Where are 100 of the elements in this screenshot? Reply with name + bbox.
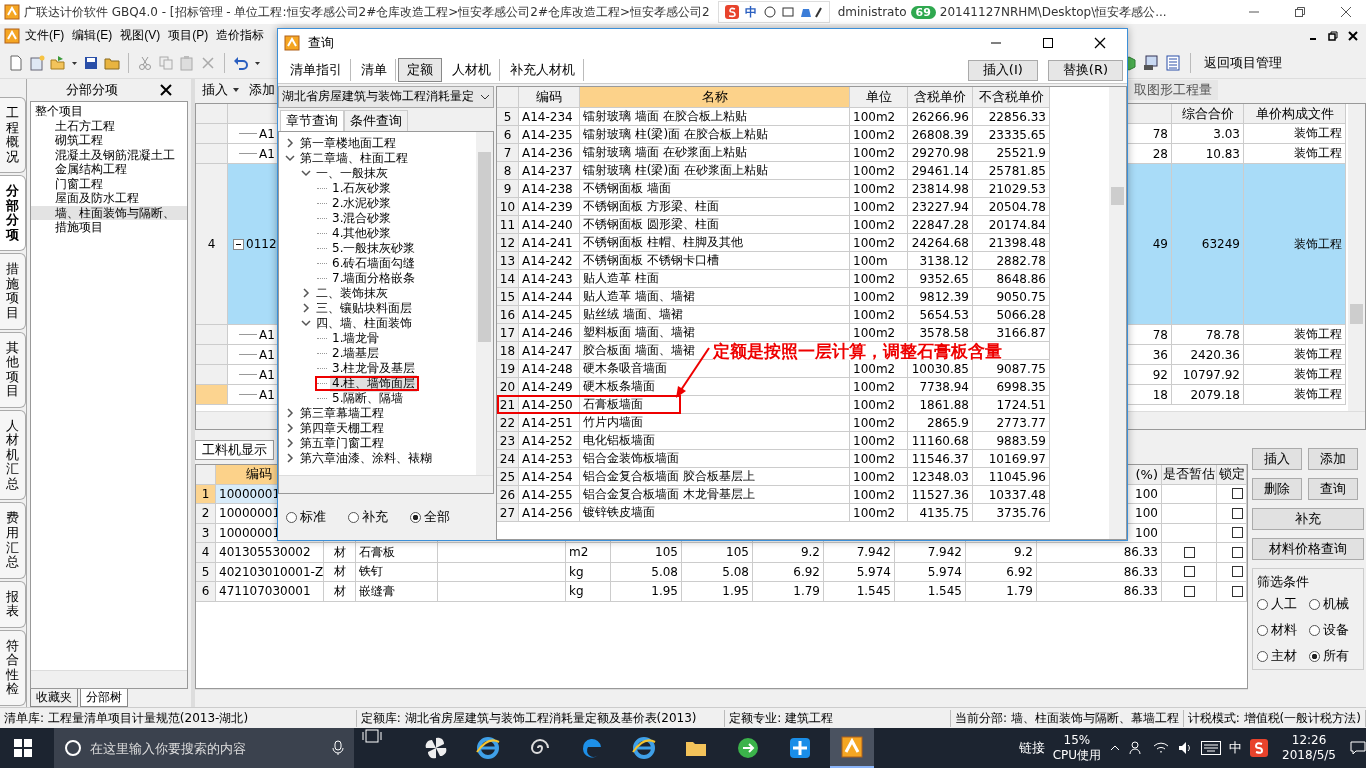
checkbox[interactable] bbox=[1232, 488, 1243, 500]
horizontal-scrollbar[interactable] bbox=[31, 670, 187, 688]
action-button[interactable]: 查询 bbox=[1308, 478, 1358, 500]
close-icon[interactable] bbox=[1093, 36, 1107, 50]
clock-date[interactable]: 2018/5/5 bbox=[1282, 748, 1336, 763]
column-header[interactable]: 是否暂估 bbox=[1162, 465, 1217, 485]
library-dropdown[interactable]: 湖北省房屋建筑与装饰工程消耗量定 bbox=[278, 86, 494, 108]
tree-item[interactable]: 混凝土及钢筋混凝土工 bbox=[31, 147, 187, 162]
radio-option[interactable]: 材料 bbox=[1257, 621, 1307, 639]
new-file-icon[interactable] bbox=[8, 54, 24, 71]
tab[interactable]: 清单指引 bbox=[282, 59, 351, 81]
action-button[interactable]: 补充 bbox=[1252, 508, 1364, 530]
side-tab[interactable]: 费用汇总 bbox=[0, 502, 26, 579]
sogou-icon[interactable] bbox=[1250, 739, 1269, 757]
tree-item[interactable]: 第六章油漆、涂料、裱糊 bbox=[298, 449, 434, 467]
vertical-scrollbar[interactable] bbox=[476, 131, 493, 476]
input-language[interactable]: 中 bbox=[1229, 739, 1243, 757]
column-header[interactable] bbox=[1126, 104, 1172, 124]
toolbar-button[interactable]: 插入 bbox=[199, 81, 244, 99]
column-header[interactable]: 不含税单价 bbox=[973, 87, 1050, 108]
dialog-button[interactable]: 插入(I) bbox=[967, 59, 1038, 81]
tab[interactable]: 人材机 bbox=[444, 59, 500, 81]
vertical-scrollbar[interactable] bbox=[1109, 87, 1126, 539]
tree-item[interactable]: 一、一般抹灰 bbox=[314, 164, 390, 182]
browser-icon[interactable] bbox=[632, 736, 656, 760]
ime-language[interactable]: 中 bbox=[744, 3, 757, 21]
tab[interactable]: 补充人材机 bbox=[502, 59, 584, 81]
save-icon[interactable] bbox=[83, 54, 99, 71]
tree-item[interactable]: 4.其他砂浆 bbox=[330, 224, 394, 242]
menu-item[interactable]: 视图(V) bbox=[117, 27, 164, 44]
tree-item[interactable]: 砌筑工程 bbox=[31, 133, 187, 148]
radio-option[interactable]: 人工 bbox=[1257, 595, 1307, 613]
radio-option[interactable]: 机械 bbox=[1309, 595, 1359, 613]
microphone-icon[interactable] bbox=[332, 740, 344, 756]
tab[interactable]: 清单 bbox=[353, 59, 396, 81]
radio-option[interactable]: 主材 bbox=[1257, 647, 1307, 665]
side-tab[interactable]: 措施项目 bbox=[0, 253, 26, 330]
tree-item[interactable]: 3.混合砂浆 bbox=[330, 209, 394, 227]
tab[interactable]: 定额 bbox=[398, 58, 442, 82]
plus-app-icon[interactable] bbox=[788, 736, 812, 760]
tree-item[interactable]: 1.石灰砂浆 bbox=[330, 179, 394, 197]
checkbox[interactable] bbox=[1232, 585, 1243, 597]
tab[interactable]: 章节查询 bbox=[280, 109, 344, 131]
radio-option[interactable]: 补充 bbox=[348, 508, 388, 526]
tree-item[interactable]: 第一章楼地面工程 bbox=[298, 134, 398, 152]
close-icon[interactable] bbox=[1340, 6, 1352, 18]
tree-item[interactable]: 第二章墙、柱面工程 bbox=[298, 149, 410, 167]
column-header[interactable]: 含税单价 bbox=[908, 87, 973, 108]
panel-tab[interactable]: 分部树 bbox=[80, 689, 128, 707]
action-button[interactable]: 插入 bbox=[1252, 448, 1302, 470]
row-header[interactable]: 4 bbox=[196, 164, 228, 325]
close-icon[interactable] bbox=[1348, 30, 1358, 41]
report-icon[interactable] bbox=[1143, 54, 1159, 71]
search-box[interactable]: 在这里输入你要搜索的内容 bbox=[54, 728, 354, 768]
horizontal-scrollbar[interactable] bbox=[279, 475, 493, 493]
list-icon[interactable] bbox=[1165, 54, 1181, 71]
close-icon[interactable] bbox=[160, 84, 172, 96]
menu-item[interactable]: 造价指标 bbox=[213, 27, 268, 44]
checkbox[interactable] bbox=[1183, 546, 1195, 558]
windows-start-icon[interactable] bbox=[14, 739, 32, 757]
checkbox[interactable] bbox=[1232, 546, 1243, 558]
menu-item[interactable]: 项目(P) bbox=[165, 27, 212, 44]
side-tab[interactable]: 其他项目 bbox=[0, 331, 26, 408]
notification-icon[interactable] bbox=[1350, 740, 1366, 756]
tree-item[interactable]: 6.砖石墙面勾缝 bbox=[330, 254, 418, 272]
tree-item[interactable]: 5.一般抹灰砂浆 bbox=[330, 239, 418, 257]
checkbox[interactable] bbox=[1232, 566, 1243, 578]
side-tab[interactable]: 分部分项 bbox=[0, 175, 26, 252]
back-to-project-button[interactable]: 返回项目管理 bbox=[1200, 51, 1286, 74]
tree-item[interactable]: 第五章门窗工程 bbox=[298, 434, 386, 452]
radio-option[interactable]: 全部 bbox=[410, 508, 450, 526]
tree-item[interactable]: 2.水泥砂浆 bbox=[330, 194, 394, 212]
restore-icon[interactable] bbox=[1294, 6, 1306, 18]
toolbar-label[interactable]: 链接 bbox=[1018, 739, 1045, 757]
tree-item[interactable]: 二、装饰抹灰 bbox=[314, 284, 390, 302]
tree-item[interactable]: 5.隔断、隔墙 bbox=[330, 389, 406, 407]
keyboard-icon[interactable] bbox=[1201, 741, 1222, 755]
radio-option[interactable]: 所有 bbox=[1309, 647, 1359, 665]
side-tab[interactable]: 人材机汇总 bbox=[0, 409, 26, 501]
tree-item[interactable]: 门窗工程 bbox=[31, 176, 187, 191]
tree-item[interactable]: 7.墙面分格嵌条 bbox=[330, 269, 418, 287]
dialog-button[interactable]: 替换(R) bbox=[1047, 59, 1123, 81]
tree-item[interactable]: 2.墙基层 bbox=[330, 344, 382, 362]
column-header[interactable]: 综合合价 bbox=[1172, 104, 1244, 124]
checkbox[interactable] bbox=[1183, 585, 1195, 597]
tree-item[interactable]: 措施项目 bbox=[31, 220, 187, 235]
side-tab[interactable]: 符合性检 bbox=[0, 629, 26, 706]
extract-quantity-button[interactable]: 取图形工程量 bbox=[1128, 80, 1218, 100]
fan-icon[interactable] bbox=[424, 736, 448, 760]
radio-option[interactable]: 标准 bbox=[286, 508, 326, 526]
side-tab[interactable]: 报表 bbox=[0, 580, 26, 628]
tree-item[interactable]: 三、镶贴块料面层 bbox=[314, 299, 414, 317]
ime-tools-icon[interactable] bbox=[762, 5, 823, 19]
tree-item[interactable]: 3.柱龙骨及基层 bbox=[330, 359, 418, 377]
app-logo-icon[interactable] bbox=[840, 735, 864, 759]
radio-option[interactable]: 设备 bbox=[1309, 621, 1359, 639]
vertical-scrollbar[interactable] bbox=[1348, 104, 1365, 411]
action-button[interactable]: 添加 bbox=[1308, 448, 1358, 470]
tree-item[interactable]: 第四章天棚工程 bbox=[298, 419, 386, 437]
side-tab[interactable]: 工程概况 bbox=[0, 97, 26, 174]
